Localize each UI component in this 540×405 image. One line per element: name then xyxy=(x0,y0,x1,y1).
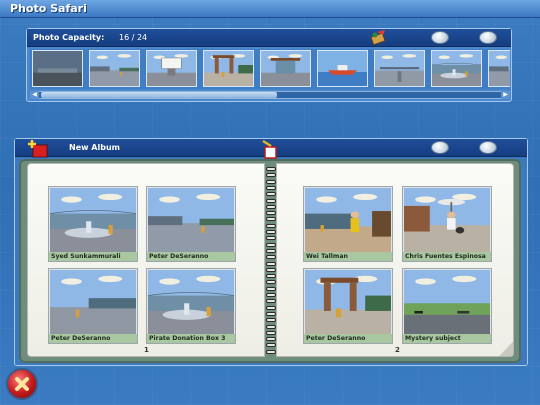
spiral-ring xyxy=(266,324,276,329)
spiral-ring xyxy=(266,311,276,316)
window-title: Photo Safari xyxy=(10,2,87,15)
trash-icon[interactable] xyxy=(261,139,279,159)
spiral-ring xyxy=(266,255,276,260)
capacity-header: Photo Capacity: 16 / 24 xyxy=(27,29,511,47)
photo-image xyxy=(50,188,136,252)
spiral-ring xyxy=(266,286,276,291)
spiral-ring xyxy=(266,330,276,335)
strip-thumbnail[interactable] xyxy=(488,50,510,87)
spiral-ring xyxy=(266,185,276,190)
album-option-button-1[interactable] xyxy=(431,141,449,154)
spiral-ring xyxy=(266,318,276,323)
photo-image xyxy=(404,270,490,334)
spiral-ring xyxy=(266,236,276,241)
spiral-ring xyxy=(266,274,276,279)
spiral-ring xyxy=(266,173,276,178)
spiral-ring xyxy=(266,337,276,342)
window-titlebar: Photo Safari xyxy=(0,0,540,18)
photo-image xyxy=(148,188,234,252)
album-spiral-binding xyxy=(266,159,276,363)
album-photo[interactable]: Mystery subject xyxy=(402,268,492,344)
photo-album-book: Syed Sunkammurali Peter DeSeranno Peter … xyxy=(19,159,521,363)
close-icon xyxy=(15,377,29,391)
strip-thumbnail[interactable] xyxy=(146,50,197,87)
spiral-ring xyxy=(266,280,276,285)
photo-caption: Mystery subject xyxy=(403,334,491,343)
spiral-ring xyxy=(266,343,276,348)
photo-caption: Peter DeSeranno xyxy=(304,334,392,343)
scroll-right-arrow-icon[interactable]: ▶ xyxy=(501,91,510,99)
spiral-ring xyxy=(266,293,276,297)
spiral-ring xyxy=(266,299,276,304)
spiral-ring xyxy=(266,204,276,209)
spiral-ring xyxy=(266,217,276,222)
strip-thumbnail[interactable] xyxy=(89,50,140,87)
spiral-ring xyxy=(266,305,276,310)
capacity-count: 16 / 24 xyxy=(119,33,148,42)
photo-image xyxy=(50,270,136,334)
album-photo[interactable]: Chris Fuentes Espinosa xyxy=(402,186,492,262)
photo-caption: Chris Fuentes Espinosa xyxy=(403,252,491,261)
page-number: 1 xyxy=(144,346,149,354)
photo-caption: Peter DeSeranno xyxy=(49,334,137,343)
spiral-ring xyxy=(266,242,276,247)
strip-thumbnail[interactable] xyxy=(32,50,83,87)
toucan-icon[interactable] xyxy=(369,29,389,45)
photo-strip-scrollbar[interactable]: ◀ ▶ xyxy=(30,91,510,99)
spiral-ring xyxy=(266,198,276,203)
strip-thumbnail[interactable] xyxy=(431,50,482,87)
spiral-ring xyxy=(266,167,276,171)
album-page-2: Wei Tallman Chris Fuentes Espinosa Peter… xyxy=(276,163,514,357)
strip-thumbnail[interactable] xyxy=(260,50,311,87)
photo-image xyxy=(404,188,490,252)
capacity-label: Photo Capacity: xyxy=(33,33,105,42)
photo-caption: Peter DeSeranno xyxy=(147,252,235,261)
spiral-ring xyxy=(266,267,276,272)
capacity-option-button-1[interactable] xyxy=(431,31,449,44)
spiral-ring xyxy=(266,230,276,234)
photo-capacity-panel: Photo Capacity: 16 / 24 ◀ ▶ xyxy=(26,28,512,102)
scroll-left-arrow-icon[interactable]: ◀ xyxy=(30,91,39,99)
photo-caption: Pirate Donation Box 3 xyxy=(147,334,235,343)
photo-strip[interactable] xyxy=(30,49,510,89)
album-panel: New Album Syed Sunkammurali Peter DeSera… xyxy=(14,138,528,366)
capacity-option-button-2[interactable] xyxy=(479,31,497,44)
scroll-thumb[interactable] xyxy=(41,92,277,98)
album-page-1: Syed Sunkammurali Peter DeSeranno Peter … xyxy=(27,163,265,357)
page-curl-corner[interactable] xyxy=(499,342,513,356)
spiral-ring xyxy=(266,349,276,354)
spiral-ring xyxy=(266,261,276,266)
page-number: 2 xyxy=(395,346,400,354)
album-title: New Album xyxy=(69,143,120,152)
spiral-ring xyxy=(266,248,276,253)
album-photo[interactable]: Peter DeSeranno xyxy=(303,268,393,344)
close-button[interactable] xyxy=(6,368,38,400)
album-photo[interactable]: Peter DeSeranno xyxy=(48,268,138,344)
spiral-ring xyxy=(266,211,276,216)
photo-image xyxy=(305,188,391,252)
strip-thumbnail[interactable] xyxy=(203,50,254,87)
photo-caption: Syed Sunkammurali xyxy=(49,252,137,261)
photo-image xyxy=(305,270,391,334)
spiral-ring xyxy=(266,179,276,184)
spiral-ring xyxy=(266,223,276,228)
photo-image xyxy=(148,270,234,334)
photo-caption: Wei Tallman xyxy=(304,252,392,261)
album-header: New Album xyxy=(15,139,527,159)
album-photo[interactable]: Peter DeSeranno xyxy=(146,186,236,262)
album-photo[interactable]: Pirate Donation Box 3 xyxy=(146,268,236,344)
spiral-ring xyxy=(266,192,276,197)
add-photo-icon[interactable] xyxy=(27,139,49,159)
album-photo[interactable]: Wei Tallman xyxy=(303,186,393,262)
album-option-button-2[interactable] xyxy=(479,141,497,154)
album-photo[interactable]: Syed Sunkammurali xyxy=(48,186,138,262)
strip-thumbnail[interactable] xyxy=(374,50,425,87)
strip-thumbnail[interactable] xyxy=(317,50,368,87)
